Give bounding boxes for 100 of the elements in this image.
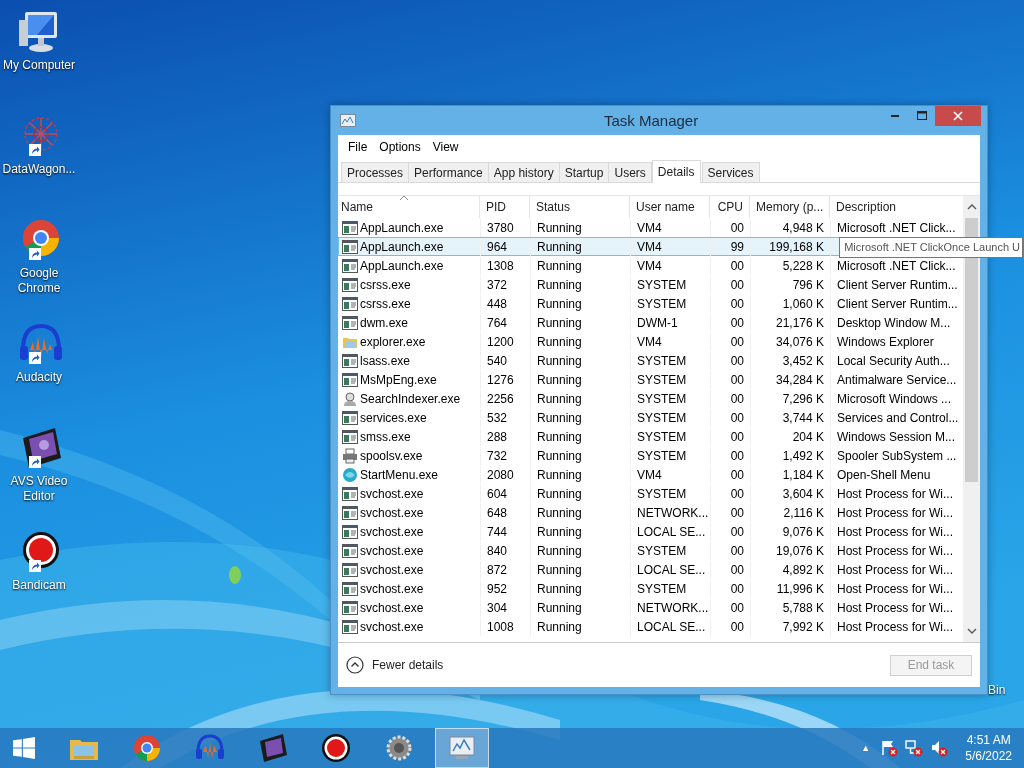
cpu-cell-text: 00 <box>730 428 744 446</box>
table-row[interactable]: services.exe 532 Running SYSTEM 00 3,744 K Services and Control... <box>338 408 963 427</box>
desktop-icon-label[interactable]: Audacity <box>16 370 62 385</box>
pid-cell-text: 2080 <box>487 466 514 484</box>
cpu-cell-text: 00 <box>730 580 744 598</box>
table-row[interactable]: svchost.exe 648 Running NETWORK... 00 2,116 K Host Process for Wi... <box>338 503 963 522</box>
tab[interactable]: App history <box>487 162 560 182</box>
table-row[interactable]: csrss.exe 372 Running SYSTEM 00 796 K Client Server Runtim... <box>338 275 963 294</box>
process-name-cell-text: svchost.exe <box>360 580 424 598</box>
process-name-cell-text: svchost.exe <box>360 485 424 503</box>
process-name-cell-text: AppLaunch.exe <box>360 219 444 237</box>
user-cell-text: SYSTEM <box>637 390 687 408</box>
status-cell-text: Running <box>537 504 582 522</box>
pid-cell-text: 964 <box>487 238 508 256</box>
cpu-cell-text: 00 <box>730 485 744 503</box>
status-cell-text: Running <box>537 295 582 313</box>
tab[interactable]: Processes <box>341 162 410 182</box>
table-row[interactable]: spoolsv.exe 732 Running SYSTEM 00 1,492 K Spooler SubSystem ... <box>338 446 963 465</box>
table-row[interactable]: explorer.exe 1200 Running VM4 00 34,076 K Windows Explorer <box>338 332 963 351</box>
table-row[interactable]: svchost.exe 840 Running SYSTEM 00 19,076 K Host Process for Wi... <box>338 541 963 560</box>
table-row[interactable]: SearchIndexer.exe 2256 Running SYSTEM 00 7,296 K Microsoft Windows ... <box>338 389 963 408</box>
fewer-details-button[interactable]: Fewer details <box>346 656 444 674</box>
monitor-taskbar-icon[interactable] <box>435 728 489 768</box>
process-name-cell-text: services.exe <box>360 409 427 427</box>
tab[interactable]: Startup <box>558 162 610 182</box>
status-cell-text: Running <box>537 428 582 446</box>
table-row[interactable]: svchost.exe 952 Running SYSTEM 00 11,996 K Host Process for Wi... <box>338 579 963 598</box>
tab[interactable]: Performance <box>408 162 489 182</box>
table-row[interactable]: dwm.exe 764 Running DWM-1 00 21,176 K Desktop Window M... <box>338 313 963 332</box>
desktop-icon-label[interactable]: DataWagon... <box>2 162 76 177</box>
memory-cell-text: 9,076 K <box>782 523 824 541</box>
tab[interactable]: Services <box>701 162 760 182</box>
user-cell-text: VM4 <box>637 238 662 256</box>
tab[interactable]: Users <box>608 162 652 182</box>
clock-time[interactable]: 4:51 AM <box>966 732 1011 748</box>
column-header[interactable]: Description <box>830 196 956 218</box>
status-cell-text: Running <box>537 276 582 294</box>
table-row[interactable]: svchost.exe 872 Running LOCAL SE... 00 4,892 K Host Process for Wi... <box>338 560 963 579</box>
menu-item[interactable]: View <box>426 139 465 154</box>
menu-item[interactable]: Options <box>373 139 427 154</box>
cpu-cell-text: 00 <box>730 523 744 541</box>
window-icon <box>342 580 358 597</box>
memory-cell-text: 7,296 K <box>782 390 824 408</box>
status-cell-text: Running <box>537 485 582 503</box>
pid-cell-text: 2256 <box>487 390 514 408</box>
window-icon <box>342 618 358 635</box>
window-icon <box>342 542 358 559</box>
memory-cell-text: 34,076 K <box>775 333 824 351</box>
pid-cell-text: 3780 <box>487 219 514 237</box>
status-cell-text: Running <box>537 561 582 579</box>
memory-cell-text: 5,228 K <box>782 257 824 275</box>
network-alert-icon[interactable] <box>905 739 924 757</box>
column-header[interactable]: CPU <box>710 196 750 218</box>
table-row[interactable]: svchost.exe 604 Running SYSTEM 00 3,604 K Host Process for Wi... <box>338 484 963 503</box>
desktop-icon-label[interactable]: My Computer <box>3 58 75 73</box>
status-cell-text: Running <box>537 447 582 465</box>
table-row[interactable]: svchost.exe 1008 Running LOCAL SE... 00 7,992 K Host Process for Wi... <box>338 617 963 636</box>
description-cell-text: Microsoft Windows ... <box>837 390 952 408</box>
table-row[interactable]: StartMenu.exe 2080 Running VM4 00 1,184 K Open-Shell Menu <box>338 465 963 484</box>
user-cell-text: VM4 <box>637 257 662 275</box>
pid-cell-text: 648 <box>487 504 508 522</box>
column-header[interactable]: Name <box>338 196 480 218</box>
memory-cell-text: 796 K <box>792 276 824 294</box>
window-icon <box>342 276 358 293</box>
table-row[interactable]: smss.exe 288 Running SYSTEM 00 204 K Windows Session M... <box>338 427 963 446</box>
table-row[interactable]: MsMpEng.exe 1276 Running SYSTEM 00 34,284 K Antimalware Service... <box>338 370 963 389</box>
table-row[interactable]: csrss.exe 448 Running SYSTEM 00 1,060 K Client Server Runtim... <box>338 294 963 313</box>
flag-alert-icon[interactable] <box>880 739 899 757</box>
column-header[interactable]: Status <box>530 196 630 218</box>
process-name-cell-text: spoolsv.exe <box>360 447 423 465</box>
cpu-cell-text: 00 <box>730 314 744 332</box>
pid-cell-text: 540 <box>487 352 508 370</box>
table-row[interactable]: AppLaunch.exe 1308 Running VM4 00 5,228 K Microsoft .NET Click... <box>338 256 963 275</box>
column-header[interactable]: User name <box>630 196 710 218</box>
window-icon <box>342 561 358 578</box>
speaker-muted-icon[interactable] <box>930 739 949 757</box>
process-name-cell-text: StartMenu.exe <box>360 466 439 484</box>
cpu-cell-text: 00 <box>730 409 744 427</box>
show-hidden-icons-button[interactable]: ▲ <box>861 743 871 753</box>
memory-cell-text: 204 K <box>792 428 824 446</box>
column-header[interactable]: Memory (p... <box>750 196 830 218</box>
tab[interactable]: Details <box>651 160 701 183</box>
menu-item[interactable]: File <box>342 139 374 154</box>
pid-cell-text: 1276 <box>487 371 514 389</box>
table-row[interactable]: lsass.exe 540 Running SYSTEM 00 3,452 K Local Security Auth... <box>338 351 963 370</box>
clock-date[interactable]: 5/6/2022 <box>965 748 1012 764</box>
pid-cell-text: 372 <box>487 276 508 294</box>
cpu-cell-text: 00 <box>730 599 744 617</box>
table-row[interactable]: svchost.exe 744 Running LOCAL SE... 00 9,076 K Host Process for Wi... <box>338 522 963 541</box>
description-cell-text: Host Process for Wi... <box>837 580 954 598</box>
description-cell-text: Windows Session M... <box>837 428 956 446</box>
memory-cell-text: 199,168 K <box>769 238 824 256</box>
cpu-cell-text: 00 <box>730 542 744 560</box>
window-icon <box>342 409 358 426</box>
column-header[interactable]: PID <box>480 196 530 218</box>
status-cell-text: Running <box>537 219 582 237</box>
table-row[interactable]: AppLaunch.exe 3780 Running VM4 00 4,948 K Microsoft .NET Click... <box>338 218 963 237</box>
desktop-icon-label[interactable]: Google Chrome <box>0 266 78 296</box>
window-icon <box>342 257 358 274</box>
table-row[interactable]: svchost.exe 304 Running NETWORK... 00 5,788 K Host Process for Wi... <box>338 598 963 617</box>
